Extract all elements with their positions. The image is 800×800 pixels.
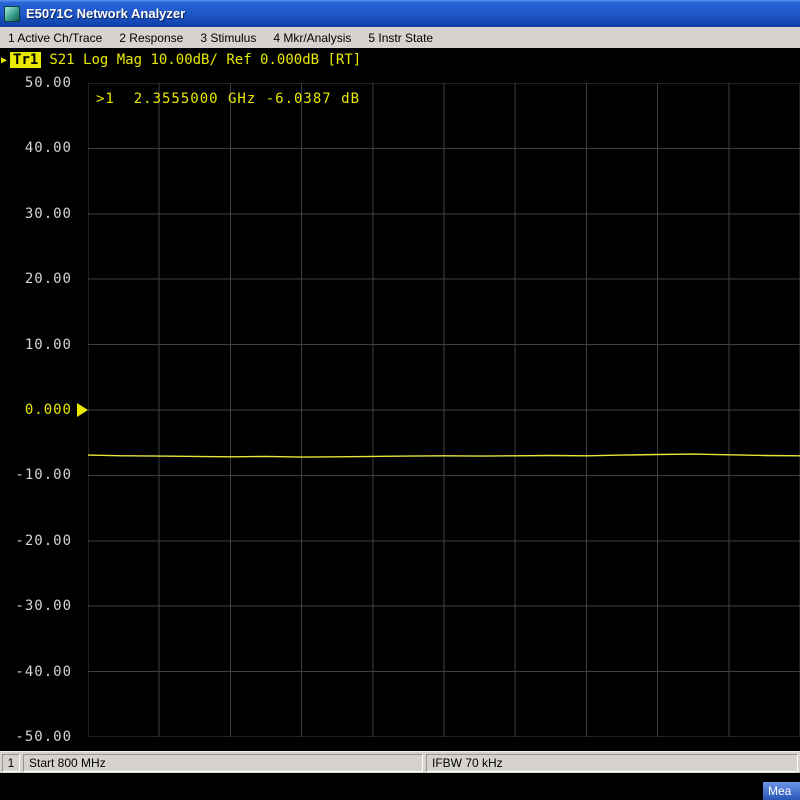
start-frequency-label: Start 800 MHz xyxy=(23,754,423,772)
ifbw-label: IFBW 70 kHz xyxy=(426,754,798,772)
y-tick-label: 20.00 xyxy=(25,271,72,287)
graph-area: 50.00 40.00 30.00 20.00 10.00 0.000 -10.… xyxy=(0,72,800,751)
y-tick-label: -30.00 xyxy=(15,598,72,614)
bottom-strip: Mea xyxy=(0,773,800,800)
trace-info-bar: ▶ Tr1 S21 Log Mag 10.00dB/ Ref 0.000dB [… xyxy=(0,48,800,72)
menu-item-stimulus[interactable]: 3 Stimulus xyxy=(200,31,256,45)
app-icon xyxy=(4,6,20,22)
menu-item-instr-state[interactable]: 5 Instr State xyxy=(368,31,433,45)
reference-level-marker-icon xyxy=(77,403,88,417)
window-title: E5071C Network Analyzer xyxy=(26,6,185,21)
y-tick-label: 40.00 xyxy=(25,140,72,156)
marker-readout: >1 2.3555000 GHz -6.0387 dB xyxy=(96,91,360,107)
channel-indicator: 1 xyxy=(2,754,20,772)
analyzer-window: E5071C Network Analyzer 1 Active Ch/Trac… xyxy=(0,0,800,800)
y-tick-label: 50.00 xyxy=(25,75,72,91)
softkey-menu-fragment[interactable]: Mea xyxy=(763,782,800,800)
menu-item-response[interactable]: 2 Response xyxy=(119,31,183,45)
y-tick-label-reference: 0.000 xyxy=(25,402,72,418)
trace-settings-text[interactable]: S21 Log Mag 10.00dB/ Ref 0.000dB [RT] xyxy=(49,52,361,68)
trace-plot xyxy=(88,83,800,737)
y-tick-label: 30.00 xyxy=(25,206,72,222)
y-tick-label: -50.00 xyxy=(15,729,72,745)
status-bar: 1 Start 800 MHz IFBW 70 kHz xyxy=(0,751,800,773)
y-tick-label: 10.00 xyxy=(25,337,72,353)
menu-item-active-ch-trace[interactable]: 1 Active Ch/Trace xyxy=(8,31,102,45)
menu-bar: 1 Active Ch/Trace 2 Response 3 Stimulus … xyxy=(0,27,800,48)
y-tick-label: -10.00 xyxy=(15,467,72,483)
active-trace-arrow-icon: ▶ xyxy=(1,55,7,66)
menu-item-mkr-analysis[interactable]: 4 Mkr/Analysis xyxy=(273,31,351,45)
y-tick-label: -40.00 xyxy=(15,664,72,680)
trace-badge[interactable]: Tr1 xyxy=(10,52,41,68)
y-tick-label: -20.00 xyxy=(15,533,72,549)
y-axis-labels: 50.00 40.00 30.00 20.00 10.00 0.000 -10.… xyxy=(0,83,80,737)
plot-grid: >1 2.3555000 GHz -6.0387 dB xyxy=(88,83,800,737)
title-bar[interactable]: E5071C Network Analyzer xyxy=(0,0,800,27)
